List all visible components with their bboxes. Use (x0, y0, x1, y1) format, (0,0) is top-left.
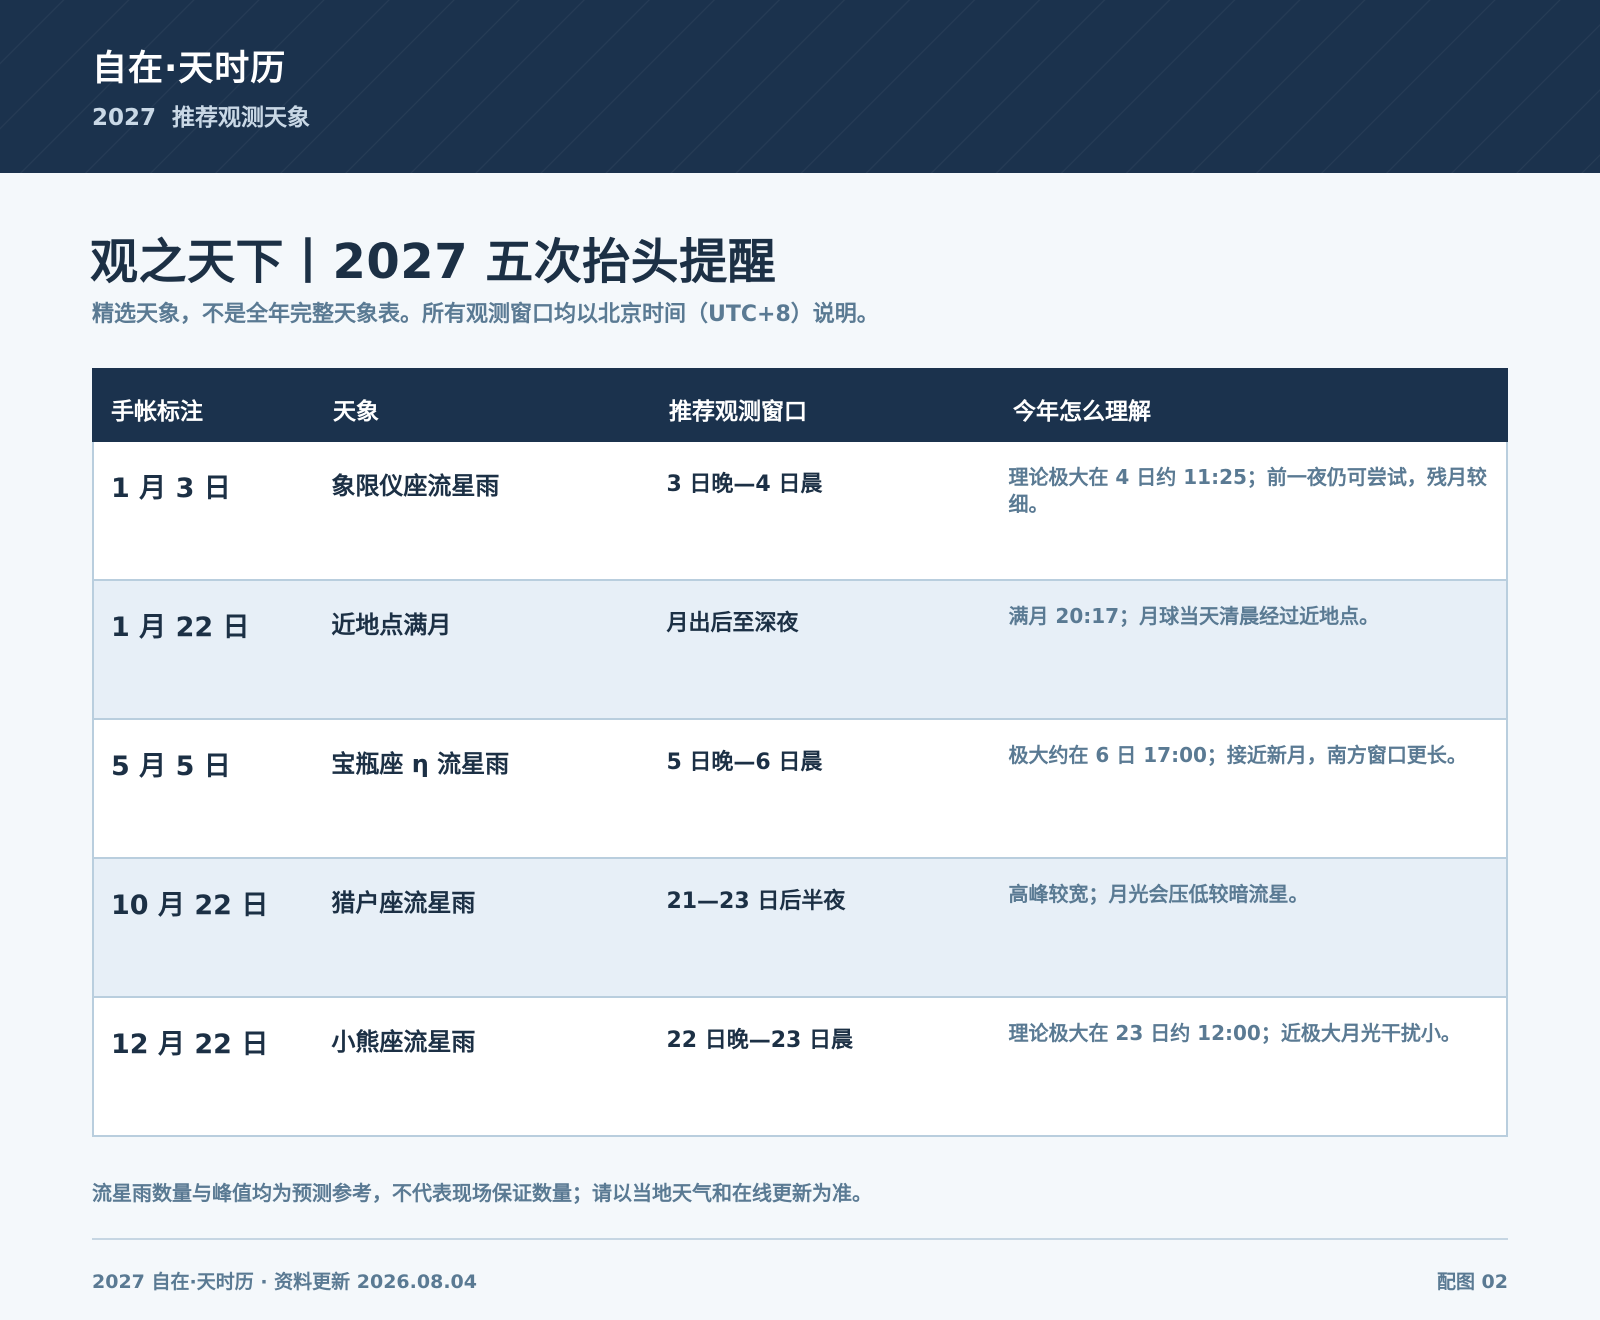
cell-window: 3 日晚—4 日晨 (666, 472, 823, 497)
cell-date: 1 月 22 日 (111, 612, 250, 643)
header-banner: 自在·天时历 2027 推荐观测天象 (0, 0, 1600, 173)
cell-event: 宝瓶座 η 流星雨 (331, 750, 510, 778)
disclaimer-note: 流星雨数量与峰值均为预测参考，不代表现场保证数量；请以当地天气和在线更新为准。 (92, 1181, 872, 1205)
table-row: 5 月 5 日 宝瓶座 η 流星雨 5 日晚—6 日晨 极大约在 6 日 17:… (94, 718, 1506, 857)
footer-divider (92, 1238, 1508, 1240)
cell-event: 象限仪座流星雨 (331, 472, 500, 500)
column-header-window: 推荐观测窗口 (669, 399, 807, 425)
cell-note: 满月 20:17；月球当天清晨经过近地点。 (1008, 604, 1380, 628)
table-row: 1 月 3 日 象限仪座流星雨 3 日晚—4 日晨 理论极大在 4 日约 11:… (94, 442, 1506, 579)
cell-window: 21—23 日后半夜 (666, 889, 846, 914)
footer-credit: 2027 自在·天时历 · 资料更新 2026.08.04 (92, 1271, 477, 1293)
figure-number: 配图 02 (1436, 1271, 1508, 1293)
cell-date: 5 月 5 日 (111, 751, 231, 782)
cell-date: 1 月 3 日 (111, 473, 231, 504)
table-row: 1 月 22 日 近地点满月 月出后至深夜 满月 20:17；月球当天清晨经过近… (94, 579, 1506, 718)
cell-event: 猎户座流星雨 (331, 889, 476, 917)
brand-title: 自在·天时历 (92, 49, 287, 89)
page-title: 观之天下丨2027 五次抬头提醒 (90, 234, 777, 290)
table-body: 1 月 3 日 象限仪座流星雨 3 日晚—4 日晨 理论极大在 4 日约 11:… (94, 442, 1506, 1135)
cell-note: 理论极大在 23 日约 12:00；近极大月光干扰小。 (1008, 1021, 1461, 1045)
cell-note: 高峰较宽；月光会压低较暗流星。 (1008, 882, 1309, 906)
cell-note: 理论极大在 4 日约 11:25；前一夜仍可尝试，残月较细。 (1008, 465, 1487, 516)
cell-note: 极大约在 6 日 17:00；接近新月，南方窗口更长。 (1008, 743, 1467, 767)
column-header-event: 天象 (333, 399, 379, 425)
header-subtitle: 2027 推荐观测天象 (92, 105, 311, 131)
page-description: 精选天象，不是全年完整天象表。所有观测窗口均以北京时间（UTC+8）说明。 (92, 302, 879, 327)
table-row: 10 月 22 日 猎户座流星雨 21—23 日后半夜 高峰较宽；月光会压低较暗… (94, 857, 1506, 996)
cell-window: 22 日晚—23 日晨 (666, 1028, 853, 1053)
cell-date: 10 月 22 日 (111, 890, 269, 921)
cell-event: 小熊座流星雨 (331, 1028, 476, 1056)
cell-window: 5 日晚—6 日晨 (666, 750, 823, 775)
cell-window: 月出后至深夜 (666, 611, 799, 636)
column-header-note: 今年怎么理解 (1013, 399, 1151, 425)
events-table: 手帐标注 天象 推荐观测窗口 今年怎么理解 1 月 3 日 象限仪座流星雨 3 … (92, 368, 1508, 1137)
table-header: 手帐标注 天象 推荐观测窗口 今年怎么理解 (92, 368, 1508, 442)
column-header-date: 手帐标注 (111, 399, 203, 425)
table-row: 12 月 22 日 小熊座流星雨 22 日晚—23 日晨 理论极大在 23 日约… (94, 996, 1506, 1135)
cell-date: 12 月 22 日 (111, 1029, 269, 1060)
cell-event: 近地点满月 (331, 611, 452, 639)
